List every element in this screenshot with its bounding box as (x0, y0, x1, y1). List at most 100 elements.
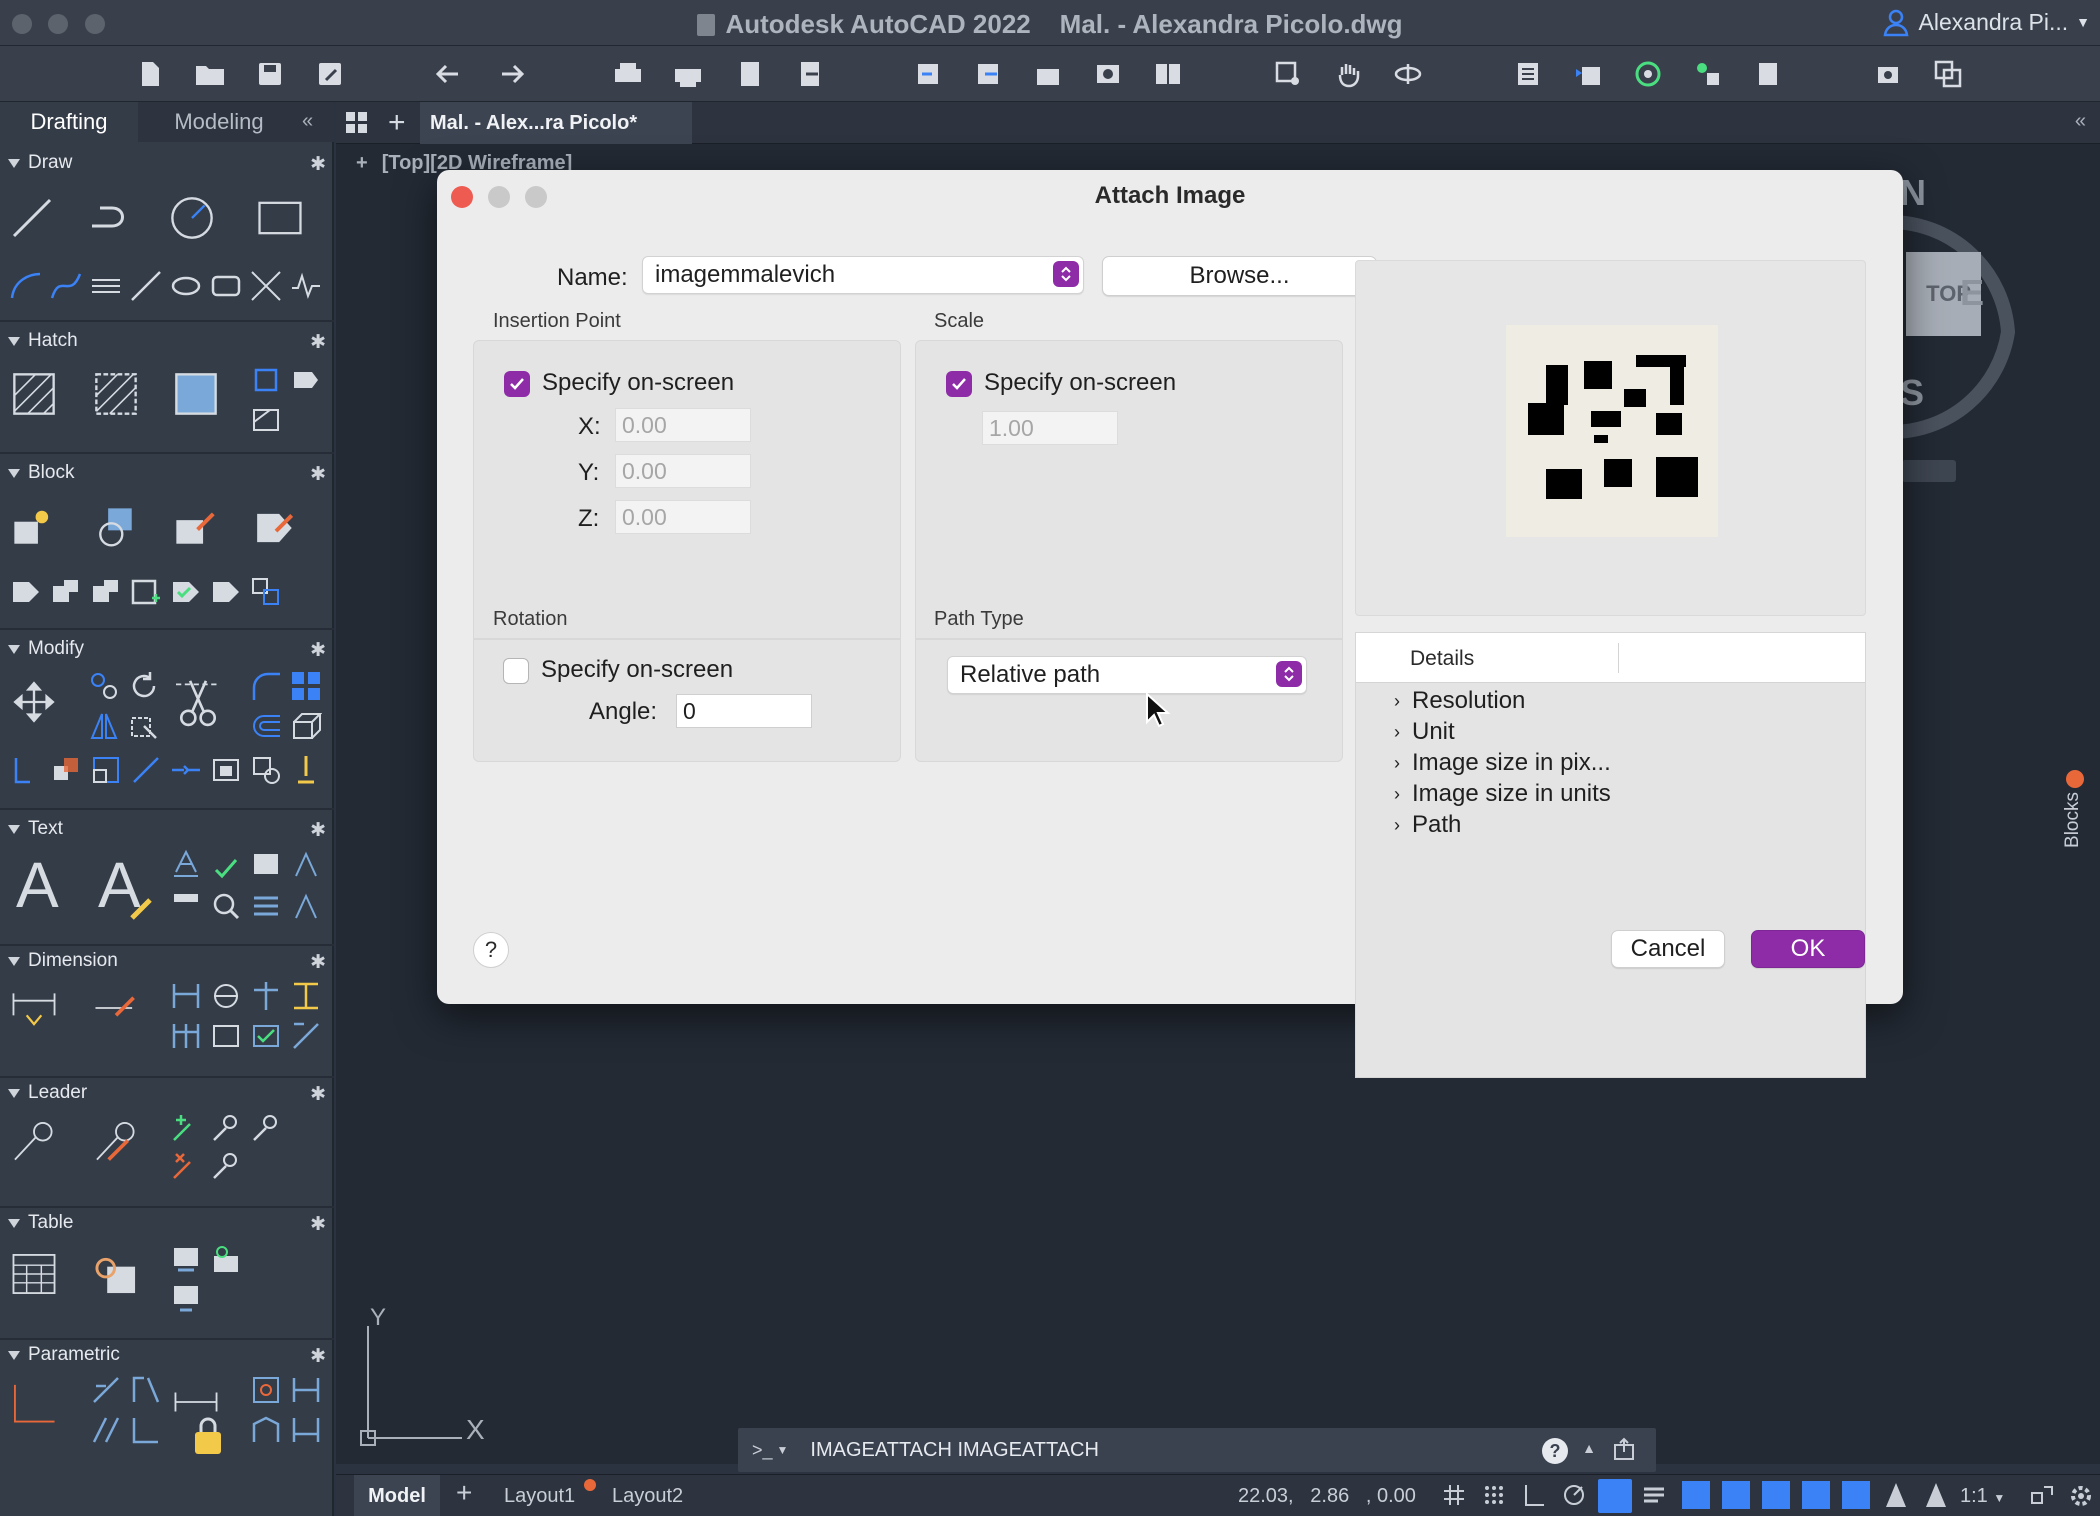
save-as-icon[interactable] (310, 54, 350, 94)
isodraft-icon[interactable] (1598, 1479, 1632, 1513)
add-layout-button[interactable]: + (456, 1477, 472, 1509)
section-modify[interactable]: Modify ✱ (0, 634, 334, 664)
gear-icon[interactable] (2068, 1483, 2094, 1509)
hatch-lines-icon[interactable] (90, 270, 122, 302)
section-hatch[interactable]: Hatch ✱ (0, 326, 334, 356)
gear-icon[interactable]: ✱ (310, 639, 326, 662)
render-icon[interactable] (1868, 54, 1908, 94)
pan-hand-icon[interactable] (1328, 54, 1368, 94)
insert-block-icon[interactable] (94, 506, 138, 550)
new-file-icon[interactable] (130, 54, 170, 94)
text-align-icon[interactable] (250, 890, 282, 922)
auto-constrain-icon[interactable] (12, 1382, 56, 1426)
model-tab[interactable]: Model (354, 1475, 440, 1516)
dim-update-icon[interactable] (290, 1020, 322, 1052)
gear-icon[interactable]: ✱ (310, 951, 326, 974)
coincident-icon[interactable] (130, 1374, 162, 1406)
orbit-icon[interactable] (1388, 54, 1428, 94)
trim-icon[interactable] (176, 680, 220, 727)
gear-icon[interactable]: ✱ (310, 819, 326, 842)
multiline-text-icon[interactable]: A (16, 848, 59, 922)
join-icon[interactable] (170, 754, 202, 786)
extend-icon[interactable] (130, 754, 162, 786)
circle-icon[interactable] (170, 196, 214, 240)
xref-icon[interactable] (1028, 54, 1068, 94)
import-icon[interactable] (908, 54, 948, 94)
construction-line-icon[interactable] (130, 270, 162, 302)
parallel-constraint-icon[interactable] (90, 1414, 122, 1446)
move-icon[interactable] (12, 680, 56, 724)
name-dropdown[interactable]: imagemmalevich (642, 256, 1084, 294)
layout2-tab[interactable]: Layout2 (612, 1485, 683, 1508)
edit-block-icon[interactable] (174, 506, 218, 550)
compare-icon[interactable] (1148, 54, 1188, 94)
layout1-tab[interactable]: Layout1 (504, 1485, 575, 1508)
layer-properties-icon[interactable] (1508, 54, 1548, 94)
upload-data-icon[interactable] (170, 1282, 202, 1314)
baseline-dim-icon[interactable] (170, 1020, 202, 1052)
extract-data-icon[interactable] (210, 1244, 242, 1276)
table-icon[interactable] (12, 1252, 56, 1296)
workspace-switch-icon[interactable] (2030, 1483, 2056, 1509)
cancel-button[interactable]: Cancel (1611, 930, 1725, 968)
chevron-up-icon[interactable]: ▲ (1582, 1440, 1596, 1456)
copy-icon[interactable] (88, 670, 120, 702)
3d-box-icon[interactable] (290, 710, 322, 742)
table-style-icon[interactable] (170, 1244, 202, 1276)
batch-plot-icon[interactable] (668, 54, 708, 94)
web-icon[interactable] (1088, 54, 1128, 94)
zoom-window-icon[interactable] (1268, 54, 1308, 94)
ok-button[interactable]: OK (1751, 930, 1865, 968)
grid-icon[interactable] (1442, 1483, 1466, 1507)
offset-icon[interactable] (250, 710, 282, 742)
save-icon[interactable] (250, 54, 290, 94)
user-menu[interactable]: Alexandra Pi... ▼ (1881, 4, 2090, 40)
annotation-visibility-icon[interactable] (1842, 1481, 1870, 1509)
section-table[interactable]: Table ✱ (0, 1208, 334, 1238)
leader-style-icon[interactable] (210, 1150, 242, 1182)
block-reference-icon[interactable] (250, 576, 282, 608)
detail-row-path[interactable]: › Path (1394, 811, 1461, 839)
share-icon[interactable] (968, 54, 1008, 94)
image-tag-icon[interactable] (290, 364, 322, 396)
collapse-right-icon[interactable]: « (2075, 110, 2086, 133)
browse-button[interactable]: Browse... (1102, 256, 1377, 296)
rectangle-icon[interactable] (258, 196, 302, 240)
block-attr-manager-icon[interactable] (50, 576, 82, 608)
z-field[interactable]: 0.00 (615, 500, 751, 534)
array-icon[interactable] (290, 670, 322, 702)
section-text[interactable]: Text ✱ (0, 814, 334, 844)
gear-icon[interactable]: ✱ (310, 1083, 326, 1106)
scale-icon[interactable] (90, 754, 122, 786)
delete-constraints-icon[interactable] (250, 1414, 282, 1446)
start-tab-icon[interactable] (344, 110, 370, 136)
leader-edit-icon[interactable] (94, 1120, 138, 1164)
break-icon[interactable] (210, 754, 242, 786)
add-leader-icon[interactable] (170, 1112, 202, 1144)
line-icon[interactable] (10, 196, 54, 240)
publish-icon[interactable] (730, 54, 770, 94)
section-parametric[interactable]: Parametric ✱ (0, 1340, 334, 1370)
scale-specify-checkbox[interactable] (946, 371, 972, 397)
sheet-set-icon[interactable] (1748, 54, 1788, 94)
document-tab[interactable]: Mal. - Alex...ra Picolo* (420, 102, 692, 144)
wcs-menu[interactable] (1902, 460, 1956, 482)
command-line[interactable]: >_ ▼ IMAGEATTACH IMAGEATTACH ? ▲ (738, 1428, 1656, 1472)
gear-icon[interactable]: ✱ (310, 463, 326, 486)
section-draw[interactable]: Draw ✱ (0, 148, 334, 178)
dimension-edit-icon[interactable] (94, 986, 138, 1030)
radius-dim-icon[interactable] (210, 980, 242, 1012)
mirror-icon[interactable] (88, 710, 120, 742)
text-style-icon[interactable] (170, 848, 202, 880)
ray-icon[interactable] (250, 270, 282, 302)
transparency-icon[interactable] (1682, 1481, 1710, 1509)
x-field[interactable]: 0.00 (615, 408, 751, 442)
open-folder-icon[interactable] (190, 54, 230, 94)
polar-icon[interactable] (1562, 1483, 1586, 1507)
object-snap-icon[interactable] (1802, 1481, 1830, 1509)
rotate-icon[interactable] (128, 670, 160, 702)
new-tab-button[interactable]: + (388, 106, 406, 140)
lengthen-icon[interactable] (290, 754, 322, 786)
scale-readout[interactable]: 1:1 ▼ (1960, 1485, 2005, 1508)
ortho-icon[interactable] (1522, 1483, 1546, 1507)
